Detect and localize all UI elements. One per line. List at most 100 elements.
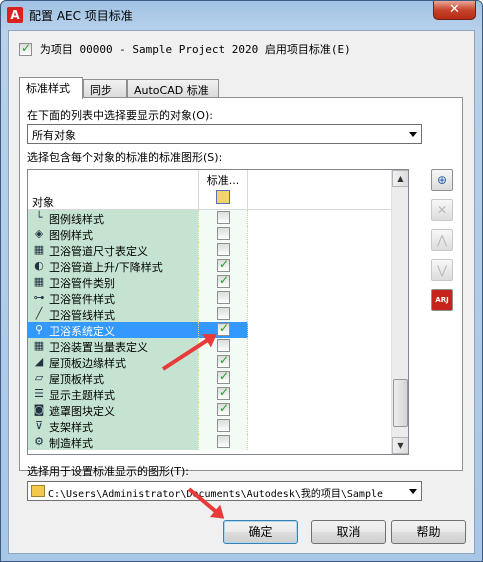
standard-checkbox[interactable] bbox=[217, 419, 230, 432]
standard-cell[interactable] bbox=[198, 353, 248, 370]
list-item[interactable]: ▱ 屋顶板样式 bbox=[28, 369, 392, 386]
list-item[interactable]: ╱ 卫浴管线样式 bbox=[28, 306, 392, 322]
object-name-cell[interactable]: ⊽ 支架样式 bbox=[28, 418, 198, 434]
object-name-cell[interactable]: └ 图例线样式 bbox=[28, 210, 198, 226]
autocad-app-icon: A bbox=[7, 7, 23, 23]
drawing-file-icon bbox=[216, 190, 230, 204]
close-button[interactable]: ✕ bbox=[433, 1, 476, 20]
standard-cell[interactable] bbox=[198, 418, 248, 434]
object-name-cell[interactable]: ⚙ 制造样式 bbox=[28, 434, 198, 450]
object-name-cell[interactable]: ◙ 遮罩图块定义 bbox=[28, 402, 198, 418]
standard-checkbox[interactable] bbox=[217, 401, 230, 416]
standard-cell[interactable] bbox=[198, 257, 248, 274]
standard-checkbox[interactable] bbox=[217, 211, 230, 224]
standard-cell[interactable] bbox=[198, 369, 248, 386]
scroll-up-button[interactable]: ▲ bbox=[392, 170, 408, 187]
table-icon: ▦ bbox=[33, 275, 45, 288]
add-drawing-button[interactable]: ⊕ bbox=[431, 169, 453, 191]
list-item[interactable]: ◢ 屋顶板边缘样式 bbox=[28, 353, 392, 370]
object-name-cell[interactable]: ▱ 屋顶板样式 bbox=[28, 370, 198, 386]
object-name-cell[interactable]: ▦ 卫浴管件类别 bbox=[28, 274, 198, 290]
standard-checkbox[interactable] bbox=[217, 243, 230, 256]
move-down-button[interactable]: ⋁ bbox=[431, 259, 453, 281]
help-button[interactable]: 帮助 bbox=[391, 520, 466, 544]
standard-cell[interactable] bbox=[198, 306, 248, 322]
standard-cell[interactable] bbox=[198, 210, 248, 226]
standard-checkbox[interactable] bbox=[217, 291, 230, 304]
list-item[interactable]: └ 图例线样式 bbox=[28, 210, 392, 226]
dialog-title: 配置 AEC 项目标准 bbox=[29, 9, 133, 23]
tab-autocad-standards[interactable]: AutoCAD 标准 bbox=[127, 79, 219, 98]
add-drawing-icon: ⊕ bbox=[436, 173, 448, 187]
list-item[interactable]: ◙ 遮罩图块定义 bbox=[28, 401, 392, 418]
cancel-button[interactable]: 取消 bbox=[311, 520, 386, 544]
remove-drawing-button[interactable]: ✕ bbox=[431, 199, 453, 221]
standard-checkbox[interactable] bbox=[217, 369, 230, 384]
object-name: 卫浴管道上升/下降样式 bbox=[49, 261, 163, 274]
standards-list[interactable]: 对象 标准... └ 图例线样式 ◈ 图例样式 ▦ 卫浴管道尺寸表定义 ◐ 卫浴管道上升/下降… bbox=[27, 169, 409, 455]
object-name-cell[interactable]: ◈ 图例样式 bbox=[28, 226, 198, 242]
object-name: 卫浴装置当量表定义 bbox=[49, 341, 148, 354]
header-standard-label: 标准... bbox=[206, 174, 240, 187]
display-drawing-dropdown[interactable]: C:\Users\Administrator\Documents\Autodes… bbox=[27, 481, 422, 501]
arj-icon: ARJ bbox=[435, 296, 449, 304]
object-name-cell[interactable]: ╱ 卫浴管线样式 bbox=[28, 306, 198, 322]
title-bar[interactable]: A 配置 AEC 项目标准 ✕ bbox=[1, 1, 482, 29]
standard-checkbox[interactable] bbox=[217, 307, 230, 320]
object-name-cell[interactable]: ◐ 卫浴管道上升/下降样式 bbox=[28, 258, 198, 274]
object-name-cell[interactable]: ⊶ 卫浴管件样式 bbox=[28, 290, 198, 306]
enable-project-standards-row[interactable]: 为项目 00000 - Sample Project 2020 启用项目标准(E… bbox=[19, 41, 351, 57]
list-item[interactable]: ▦ 卫浴管件类别 bbox=[28, 273, 392, 290]
list-item[interactable]: ☰ 显示主题样式 bbox=[28, 385, 392, 402]
standard-checkbox[interactable] bbox=[217, 353, 230, 368]
standard-cell[interactable] bbox=[198, 273, 248, 290]
standard-cell[interactable] bbox=[198, 290, 248, 306]
vertical-scrollbar[interactable]: ▲ ▼ bbox=[391, 170, 408, 454]
list-item[interactable]: ◈ 图例样式 bbox=[28, 226, 392, 242]
standard-checkbox[interactable] bbox=[217, 257, 230, 272]
object-name-cell[interactable]: ▦ 卫浴装置当量表定义 bbox=[28, 338, 198, 354]
fitting-icon: ⊶ bbox=[33, 291, 45, 304]
legend-line-style-icon: └ bbox=[35, 211, 43, 224]
object-name-cell[interactable]: ☰ 显示主题样式 bbox=[28, 386, 198, 402]
object-name: 卫浴系统定义 bbox=[49, 325, 115, 338]
scroll-down-button[interactable]: ▼ bbox=[392, 437, 408, 454]
display-theme-icon: ☰ bbox=[34, 387, 44, 400]
standard-cell[interactable] bbox=[198, 434, 248, 450]
tab-standard-styles[interactable]: 标准样式 bbox=[19, 77, 83, 99]
move-up-button[interactable]: ⋀ bbox=[431, 229, 453, 251]
dialog-window: A 配置 AEC 项目标准 ✕ 为项目 00000 - Sample Proje… bbox=[0, 0, 483, 562]
object-name: 支架样式 bbox=[49, 421, 93, 434]
list-item[interactable]: ⊶ 卫浴管件样式 bbox=[28, 290, 392, 306]
object-name: 屋顶板边缘样式 bbox=[49, 357, 126, 370]
legend-style-icon: ◈ bbox=[34, 227, 44, 240]
header-standard-column[interactable]: 标准... bbox=[198, 170, 248, 210]
list-item[interactable]: ▦ 卫浴管道尺寸表定义 bbox=[28, 242, 392, 258]
standard-checkbox[interactable] bbox=[217, 321, 230, 336]
object-name-cell[interactable]: ⚲ 卫浴系统定义 bbox=[28, 322, 198, 338]
list-item[interactable]: ◐ 卫浴管道上升/下降样式 bbox=[28, 257, 392, 274]
object-name: 卫浴管件类别 bbox=[49, 277, 115, 290]
table-icon: ▦ bbox=[33, 339, 45, 352]
standard-cell[interactable] bbox=[198, 385, 248, 402]
standard-cell[interactable] bbox=[198, 226, 248, 242]
standard-checkbox[interactable] bbox=[217, 435, 230, 448]
move-down-icon: ⋁ bbox=[437, 263, 447, 277]
scroll-thumb[interactable] bbox=[393, 379, 408, 427]
list-item[interactable]: ⚙ 制造样式 bbox=[28, 434, 392, 450]
tab-sync[interactable]: 同步 bbox=[83, 79, 127, 98]
standard-checkbox[interactable] bbox=[217, 273, 230, 288]
ok-button[interactable]: 确定 bbox=[223, 520, 298, 544]
object-name: 卫浴管件样式 bbox=[49, 293, 115, 306]
arj-button[interactable]: ARJ bbox=[431, 289, 453, 311]
list-item[interactable]: ⊽ 支架样式 bbox=[28, 418, 392, 434]
object-filter-value: 所有对象 bbox=[32, 129, 76, 142]
enable-project-standards-label: 为项目 00000 - Sample Project 2020 启用项目标准(E… bbox=[39, 43, 351, 56]
standard-cell[interactable] bbox=[198, 242, 248, 258]
enable-project-standards-checkbox[interactable] bbox=[19, 41, 32, 56]
standard-checkbox[interactable] bbox=[217, 227, 230, 240]
object-filter-dropdown[interactable]: 所有对象 bbox=[27, 124, 422, 144]
standard-cell[interactable] bbox=[198, 401, 248, 418]
standard-checkbox[interactable] bbox=[217, 385, 230, 400]
object-name-cell[interactable]: ▦ 卫浴管道尺寸表定义 bbox=[28, 242, 198, 258]
